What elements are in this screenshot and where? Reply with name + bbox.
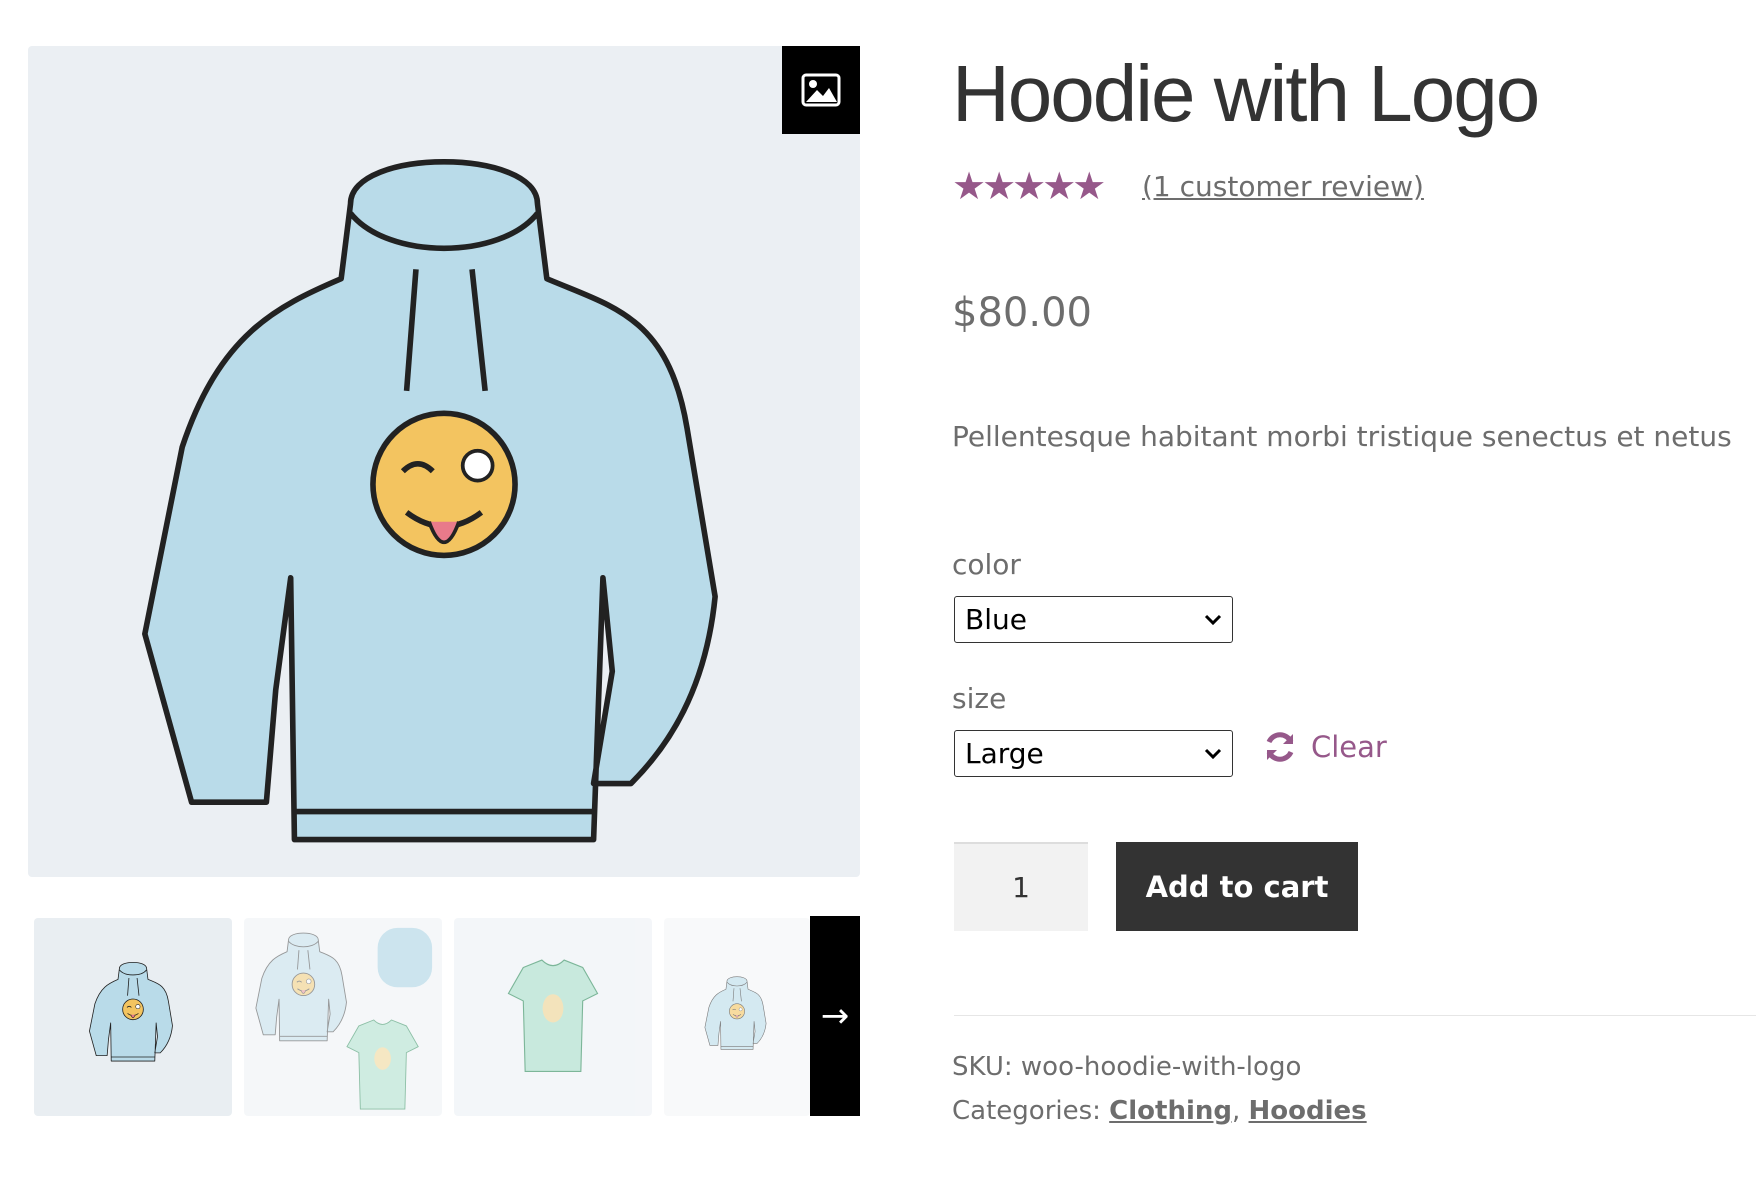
categories: Categories: Clothing, Hoodies — [952, 1096, 1367, 1126]
sku-value: woo-hoodie-with-logo — [1020, 1052, 1302, 1082]
sku-label: SKU: — [952, 1052, 1013, 1082]
thumbnail-3[interactable] — [454, 918, 652, 1116]
thumbnail-2[interactable] — [244, 918, 442, 1116]
size-select-value: Large — [965, 737, 1044, 770]
size-label: size — [952, 682, 1007, 715]
color-label: color — [952, 548, 1021, 581]
main-product-image[interactable] — [28, 46, 860, 877]
arrow-right-icon: → — [820, 996, 850, 1036]
thumbnail-4[interactable] — [664, 918, 810, 1116]
thumbnail-1[interactable] — [34, 918, 232, 1116]
chevron-down-icon — [1204, 614, 1222, 625]
refresh-icon — [1266, 732, 1294, 762]
hoodie-faded-thumbnail — [704, 976, 767, 1050]
color-select-value: Blue — [965, 603, 1027, 636]
tshirt-thumbnail — [507, 959, 599, 1073]
clear-label: Clear — [1311, 730, 1387, 764]
image-icon — [801, 73, 841, 107]
quantity-input[interactable]: 1 — [954, 842, 1088, 931]
categories-label: Categories: — [952, 1096, 1101, 1126]
product-title: Hoodie with Logo — [952, 49, 1540, 138]
sku: SKU: woo-hoodie-with-logo — [952, 1052, 1301, 1082]
color-select[interactable]: Blue — [954, 596, 1233, 643]
size-select[interactable]: Large — [954, 730, 1233, 777]
hoodie-beanie-tshirt-thumbnail — [255, 927, 433, 1110]
product-price: $80.00 — [952, 290, 1092, 336]
hoodie-image — [28, 46, 860, 877]
chevron-down-icon — [1204, 748, 1222, 759]
clear-variations-button[interactable]: Clear — [1263, 730, 1387, 764]
divider — [954, 1015, 1756, 1016]
hoodie-thumbnail — [89, 961, 173, 1062]
category-separator: , — [1232, 1096, 1241, 1126]
product-description: Pellentesque habitant morbi tristique se… — [952, 420, 1732, 453]
category-link-clothing[interactable]: Clothing — [1109, 1096, 1232, 1126]
category-link-hoodies[interactable]: Hoodies — [1249, 1096, 1367, 1126]
star-rating: ★★★★★ — [952, 164, 1106, 208]
customer-review-link[interactable]: (1 customer review) — [1142, 170, 1424, 203]
gallery-zoom-button[interactable] — [782, 46, 860, 134]
add-to-cart-button[interactable]: Add to cart — [1116, 842, 1358, 931]
gallery-next-button[interactable]: → — [810, 916, 860, 1116]
